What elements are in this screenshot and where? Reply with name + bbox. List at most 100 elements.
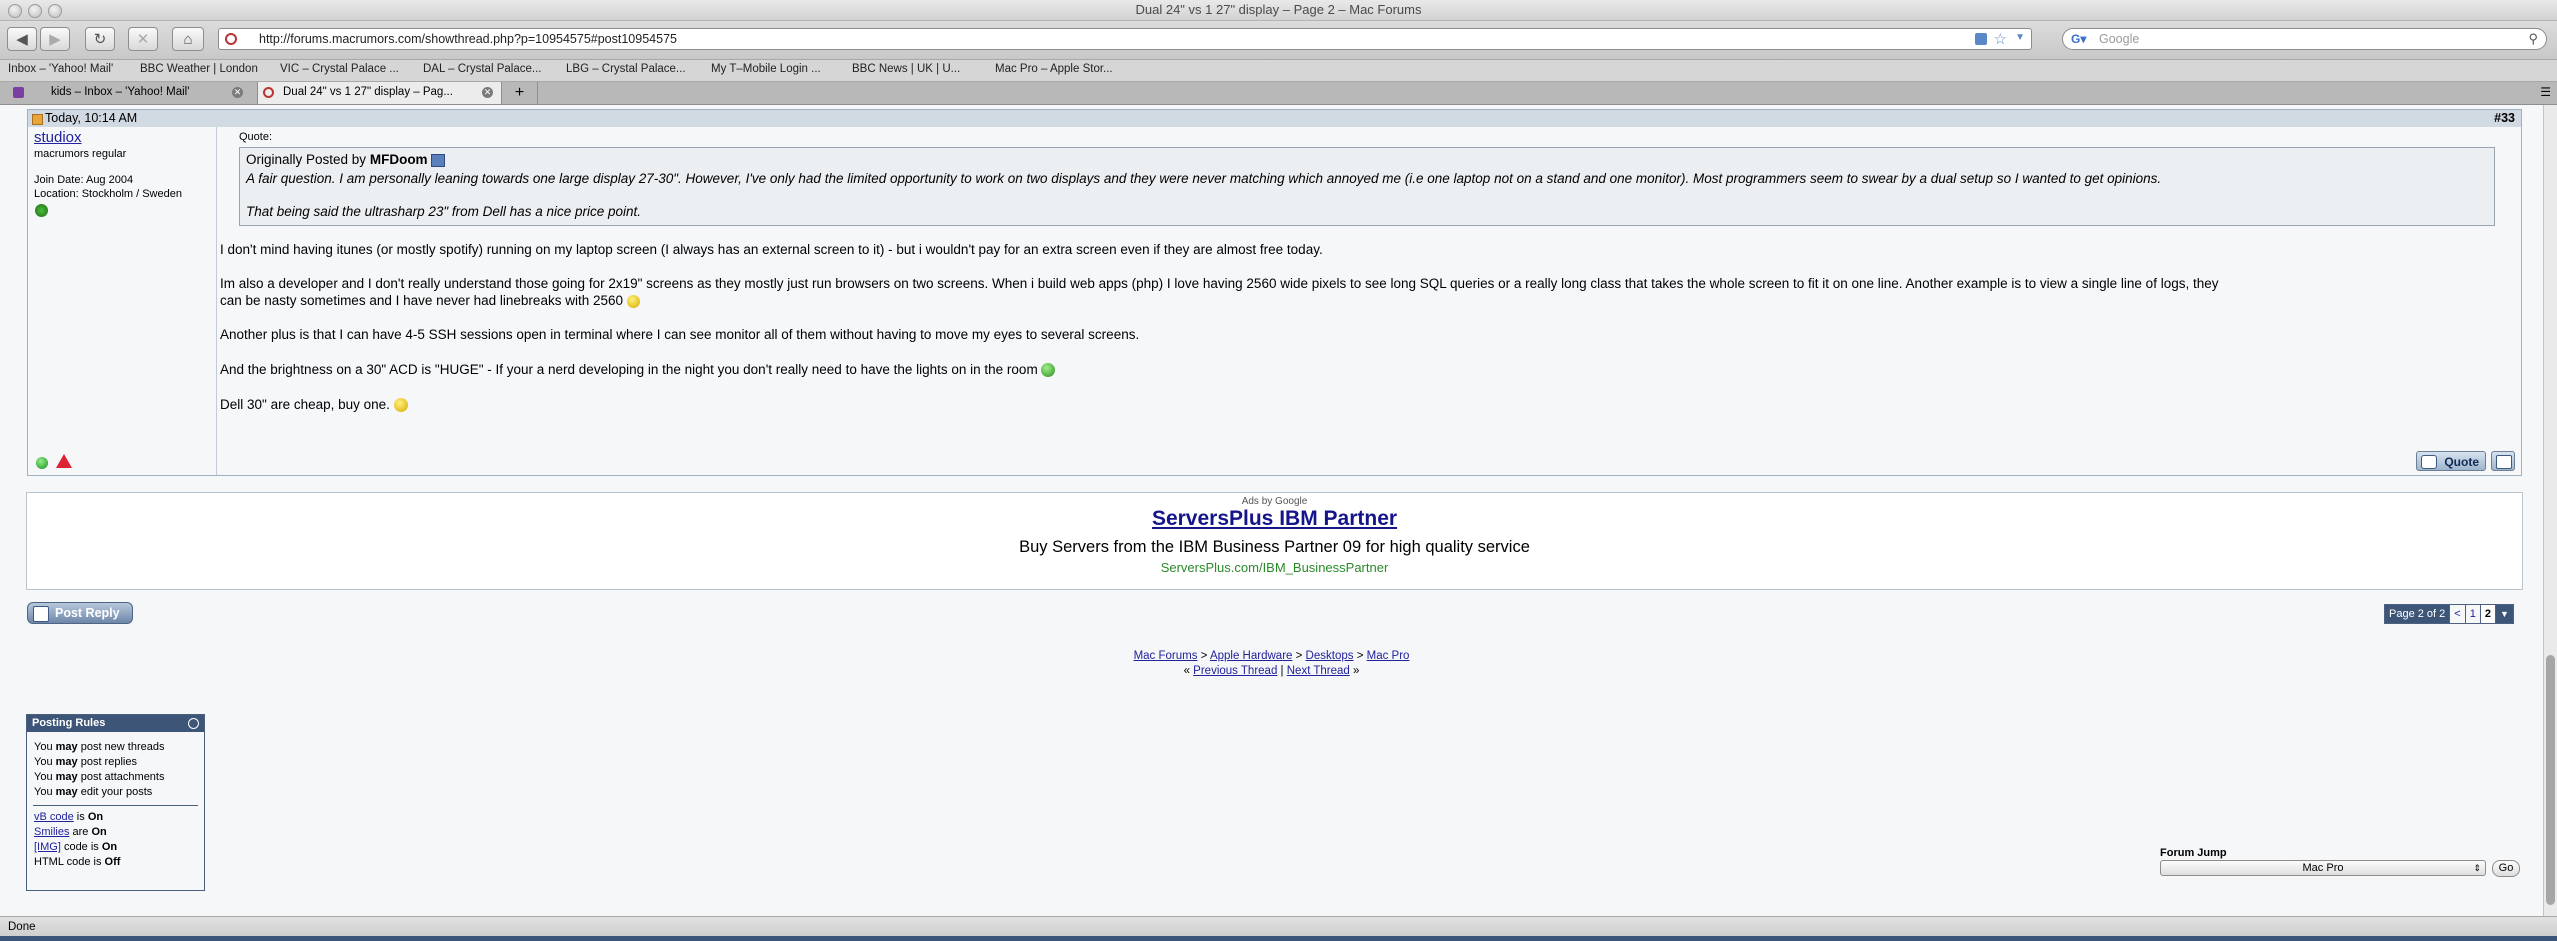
rule-line: Smilies are On	[34, 826, 107, 838]
breadcrumb: Mac Forums > Apple Hardware > Desktops >…	[0, 650, 2543, 662]
rule-line: You may post replies	[34, 756, 137, 768]
desktop-strip	[0, 936, 2557, 941]
breadcrumb-separator: >	[1295, 650, 1303, 662]
next-thread-link[interactable]: Next Thread	[1287, 665, 1350, 677]
bookmark-item[interactable]: Mac Pro – Apple Stor...	[995, 63, 1113, 75]
quote-button[interactable]: Quote	[2416, 451, 2486, 471]
page-jump-dropdown[interactable]: ▼	[2495, 605, 2513, 623]
breadcrumb-link[interactable]: Mac Forums	[1134, 650, 1198, 662]
rule-line: HTML code is Off	[34, 856, 120, 868]
new-tab-button[interactable]: +	[502, 82, 538, 104]
close-tab-icon[interactable]: ✕	[482, 87, 493, 98]
status-text: Done	[8, 921, 36, 933]
bookmark-item[interactable]: LBG – Crystal Palace...	[566, 63, 686, 75]
post-paragraph-text: Dell 30" are cheap, buy one.	[220, 397, 390, 412]
rule-text: You	[34, 741, 56, 753]
home-button[interactable]: ⌂	[172, 27, 204, 51]
magnifier-icon[interactable]: ⚲	[2528, 31, 2538, 47]
user-title: macrumors regular	[34, 148, 127, 160]
vb-code-link[interactable]: vB code	[34, 811, 74, 823]
bookmark-item[interactable]: DAL – Crystal Palace...	[423, 63, 541, 75]
bookmark-star-icon[interactable]: ☆	[1994, 30, 2007, 48]
address-bar[interactable]: http://forums.macrumors.com/showthread.p…	[218, 28, 2032, 50]
tab-label: kids – Inbox – 'Yahoo! Mail'	[51, 86, 190, 98]
post-number[interactable]: #33	[2494, 110, 2515, 127]
post-body: Quote: Originally Posted by MFDoom A fai…	[217, 127, 2521, 475]
rss-icon[interactable]	[1975, 33, 1987, 45]
page-link[interactable]: 1	[2465, 605, 2481, 623]
prev-page-link[interactable]: <	[2450, 605, 2466, 623]
close-tab-icon[interactable]: ✕	[232, 87, 243, 98]
zoom-window-button[interactable]	[48, 4, 62, 18]
rule-text: post new threads	[77, 741, 165, 753]
quote-box: Originally Posted by MFDoom A fair quest…	[239, 147, 2495, 226]
username-link[interactable]: studiox	[34, 129, 82, 146]
dropdown-icon[interactable]: ▼	[2015, 32, 2025, 43]
minimize-window-button[interactable]	[28, 4, 42, 18]
quote-button-label: Quote	[2444, 455, 2479, 469]
close-window-button[interactable]	[8, 4, 22, 18]
home-icon: ⌂	[183, 30, 193, 48]
rule-state: On	[91, 826, 107, 838]
post-date: Today, 10:14 AM	[45, 111, 138, 125]
forward-button[interactable]: ▶	[40, 27, 70, 51]
reputation-icon	[35, 204, 48, 217]
google-ad-box: Ads by Google ServersPlus IBM Partner Bu…	[26, 492, 2523, 590]
bookmark-item[interactable]: VIC – Crystal Palace ...	[280, 63, 399, 75]
google-search-engine-icon[interactable]: G▾	[2071, 32, 2086, 46]
current-page: 2	[2480, 605, 2496, 623]
breadcrumb-link[interactable]: Mac Pro	[1367, 650, 1410, 662]
bookmark-item[interactable]: BBC News | UK | U...	[852, 63, 960, 75]
back-button[interactable]: ◀	[7, 27, 37, 51]
forum-jump-go-button[interactable]: Go	[2492, 860, 2520, 877]
report-post-icon[interactable]	[56, 454, 72, 468]
rule-state: Off	[104, 856, 121, 868]
posting-rules-header: Posting Rules	[27, 715, 204, 732]
collapse-icon[interactable]	[188, 718, 199, 729]
smilies-link[interactable]: Smilies	[34, 826, 69, 838]
online-status-icon	[36, 457, 48, 469]
yahoo-favicon-icon	[13, 87, 24, 98]
bookmark-item[interactable]: My T–Mobile Login ...	[711, 63, 821, 75]
quote-text-line: That being said the ultrasharp 23" from …	[246, 204, 642, 219]
breadcrumb-link[interactable]: Desktops	[1306, 650, 1354, 662]
tab-mac-forums[interactable]: Dual 24" vs 1 27" display – Pag... ✕	[258, 82, 502, 104]
search-placeholder: Google	[2099, 32, 2140, 46]
ad-url[interactable]: ServersPlus.com/IBM_BusinessPartner	[27, 560, 2522, 575]
breadcrumb-separator: >	[1200, 650, 1208, 662]
search-field[interactable]: G▾ Google ⚲	[2062, 28, 2547, 50]
url-text: http://forums.macrumors.com/showthread.p…	[259, 32, 677, 46]
rule-text: You	[34, 786, 56, 798]
breadcrumb-link[interactable]: Apple Hardware	[1210, 650, 1292, 662]
rule-text: code is	[60, 841, 102, 853]
divider	[33, 805, 198, 806]
reload-button[interactable]: ↻	[85, 27, 115, 51]
view-post-icon[interactable]	[431, 153, 446, 167]
forum-jump-select[interactable]: Mac Pro ⇕	[2160, 860, 2486, 876]
bookmark-item[interactable]: BBC Weather | London	[140, 63, 258, 75]
rule-permission: may	[55, 756, 78, 768]
select-arrows-icon: ⇕	[2473, 863, 2481, 873]
multi-quote-button[interactable]	[2491, 451, 2515, 471]
tab-list-icon[interactable]: ☰	[2540, 85, 2551, 99]
stop-button[interactable]: ✕	[128, 27, 158, 51]
post-reply-button[interactable]: Post Reply	[27, 602, 133, 624]
page-count: Page 2 of 2	[2385, 605, 2451, 623]
chevron-down-icon: ▼	[2499, 609, 2509, 619]
rule-permission: may	[55, 786, 78, 798]
smiley-icon	[626, 294, 640, 308]
img-code-link[interactable]: [IMG]	[34, 841, 61, 853]
previous-thread-link[interactable]: Previous Thread	[1193, 665, 1277, 677]
post-reply-label: Post Reply	[55, 606, 120, 620]
scrollbar-thumb[interactable]	[2546, 655, 2555, 905]
status-bar: Done	[0, 916, 2557, 937]
vertical-scrollbar[interactable]	[2543, 105, 2557, 916]
tab-yahoo-mail[interactable]: kids – Inbox – 'Yahoo! Mail' ✕	[0, 82, 258, 104]
rule-text: post replies	[77, 756, 137, 768]
ad-title-link[interactable]: ServersPlus IBM Partner	[1152, 507, 1397, 530]
forum-jump-selected: Mac Pro	[2302, 862, 2344, 874]
rule-state: On	[87, 811, 104, 823]
bookmark-item[interactable]: Inbox – 'Yahoo! Mail'	[8, 63, 113, 75]
forum-jump-label: Forum Jump	[2160, 847, 2227, 859]
quote-author: MFDoom	[369, 152, 428, 167]
